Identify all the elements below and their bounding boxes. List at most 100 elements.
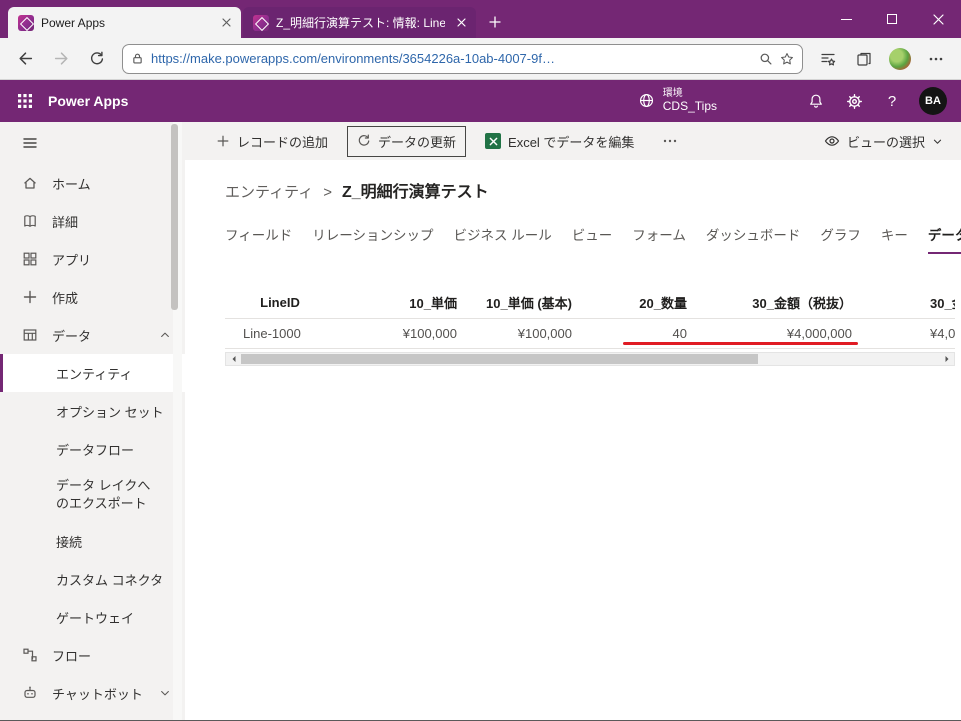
command-overflow-button[interactable] [653, 128, 687, 154]
cell-unit-price-base[interactable]: ¥100,000 [465, 317, 580, 349]
browser-window: Power Apps Z_明細行演算テスト: 情報: Line-10 https… [0, 0, 961, 721]
sidebar-item-label: オプション セット [56, 404, 164, 420]
sidebar-item-entities[interactable]: エンティティ [0, 354, 185, 392]
sidebar-item-create[interactable]: 作成 [0, 278, 185, 316]
close-window-button[interactable] [915, 0, 961, 38]
edit-in-excel-button[interactable]: Excel でデータを編集 [476, 127, 643, 156]
sidebar-item-label: データ [52, 328, 92, 344]
environment-icon [639, 94, 653, 108]
tab-title: Z_明細行演算テスト: 情報: Line-10 [276, 16, 445, 30]
browser-navbar: https://make.powerapps.com/environments/… [0, 38, 961, 80]
favorite-star-icon[interactable] [780, 52, 794, 66]
sidebar-collapse-button[interactable] [0, 122, 185, 164]
scrollbar-track[interactable] [241, 353, 939, 365]
bell-icon [810, 94, 822, 108]
sidebar-item-flows[interactable]: フロー [0, 636, 185, 674]
sidebar-item-label: 接続 [56, 534, 83, 550]
sidebar-item-home[interactable]: ホーム [0, 164, 185, 202]
excel-icon [485, 133, 502, 149]
lock-icon[interactable] [131, 52, 144, 65]
environment-name: CDS_Tips [662, 98, 717, 113]
favorites-bar-icon [821, 53, 836, 65]
zoom-icon[interactable] [759, 52, 773, 66]
tab-relationships[interactable]: リレーションシップ [312, 224, 433, 254]
select-view-button[interactable]: ビューの選択 [820, 127, 947, 156]
cell-unit-price[interactable]: ¥100,000 [335, 317, 465, 349]
breadcrumb-entities-link[interactable]: エンティティ [225, 181, 313, 202]
browser-tab-powerapps[interactable]: Power Apps [8, 7, 241, 38]
tab-keys[interactable]: キー [881, 224, 908, 254]
sidebar-item-label: 作成 [52, 290, 79, 306]
column-header-truncated[interactable]: 30_金 [860, 288, 955, 318]
ellipsis-icon [664, 139, 677, 143]
tab-fields[interactable]: フィールド [225, 224, 292, 254]
refresh-data-button[interactable]: データの更新 [347, 125, 467, 157]
command-bar: レコードの追加 データの更新 Excel でデータを編集 ビューの選択 [185, 122, 961, 160]
environment-picker[interactable]: 環境 CDS_Tips [638, 88, 717, 113]
refresh-button[interactable] [80, 43, 114, 75]
maximize-button[interactable] [869, 0, 915, 38]
app-title: Power Apps [48, 93, 129, 109]
column-header-unit-price[interactable]: 10_単価 [335, 288, 465, 318]
tab-close-button[interactable] [217, 14, 235, 32]
user-avatar[interactable]: BA [919, 87, 947, 115]
scroll-right-arrow[interactable] [939, 353, 954, 365]
column-header-unit-price-base[interactable]: 10_単価 (基本) [465, 288, 580, 318]
sidebar-item-option-sets[interactable]: オプション セット [0, 392, 185, 430]
sidebar-item-gateways[interactable]: ゲートウェイ [0, 598, 185, 636]
column-header-amount-excl-tax[interactable]: 30_金額（税抜） [695, 288, 860, 318]
minimize-button[interactable] [823, 0, 869, 38]
sidebar-item-apps[interactable]: アプリ [0, 240, 185, 278]
tab-business-rules[interactable]: ビジネス ルール [453, 224, 551, 254]
eye-icon [824, 133, 840, 149]
tab-close-button[interactable] [452, 14, 470, 32]
scrollbar-thumb[interactable] [241, 353, 758, 364]
book-icon [22, 213, 38, 229]
scroll-left-arrow[interactable] [226, 353, 241, 365]
tab-data[interactable]: データ [927, 224, 961, 254]
browser-menu-button[interactable] [919, 43, 953, 75]
horizontal-scrollbar[interactable] [225, 351, 955, 366]
tab-charts[interactable]: グラフ [820, 224, 861, 254]
collections-button[interactable] [847, 43, 881, 75]
sidebar-item-label: フロー [52, 648, 92, 664]
column-header-lineid[interactable]: LineID [225, 288, 335, 318]
favorites-bar-button[interactable] [811, 43, 845, 75]
cell-lineid[interactable]: Line-1000 [225, 317, 335, 349]
column-header-quantity[interactable]: 20_数量 [580, 288, 695, 318]
notifications-button[interactable] [799, 84, 833, 118]
sidebar-item-custom-connectors[interactable]: カスタム コネクタ [0, 560, 185, 598]
add-record-button[interactable]: レコードの追加 [207, 127, 337, 156]
sidebar-item-export-to-data-lake[interactable]: データ レイクへのエクスポート [0, 468, 185, 522]
new-tab-button[interactable] [480, 8, 510, 36]
back-button[interactable] [8, 43, 42, 75]
forward-button[interactable] [44, 43, 78, 75]
tab-views[interactable]: ビュー [572, 224, 613, 254]
sidebar-item-label: ホーム [52, 176, 91, 192]
help-button[interactable]: ? [875, 84, 909, 118]
sidebar-item-chatbots[interactable]: チャットボット [0, 674, 185, 712]
sidebar-item-dataflows[interactable]: データフロー [0, 430, 185, 468]
url-input[interactable]: https://make.powerapps.com/environments/… [151, 51, 752, 66]
sidebar-item-connections[interactable]: 接続 [0, 522, 185, 560]
sidebar-item-label: アプリ [52, 252, 92, 268]
tab-dashboards[interactable]: ダッシュボード [706, 224, 801, 254]
app-launcher-button[interactable] [4, 80, 46, 122]
profile-button[interactable] [883, 43, 917, 75]
sidebar-item-data[interactable]: データ [0, 316, 185, 354]
settings-button[interactable] [837, 84, 871, 118]
tab-forms[interactable]: フォーム [632, 224, 686, 254]
cell-truncated[interactable]: ¥4,0 [860, 317, 955, 349]
data-grid: LineID 10_単価 10_単価 (基本) 20_数量 30_金額（税抜） … [225, 288, 955, 349]
close-icon [932, 13, 944, 25]
address-bar[interactable]: https://make.powerapps.com/environments/… [122, 43, 803, 74]
sidebar-scrollbar[interactable] [171, 122, 182, 720]
entity-tabs: フィールド リレーションシップ ビジネス ルール ビュー フォーム ダッシュボー… [225, 224, 961, 254]
browser-tab-record[interactable]: Z_明細行演算テスト: 情報: Line-10 [243, 7, 476, 38]
minimize-icon [840, 18, 852, 20]
sidebar-item-label: エンティティ [56, 366, 133, 382]
sidebar-scrollbar-thumb[interactable] [171, 124, 178, 310]
collections-icon [857, 52, 871, 66]
sidebar-item-learn[interactable]: 詳細 [0, 202, 185, 240]
sidebar-item-label: データフロー [56, 442, 135, 458]
